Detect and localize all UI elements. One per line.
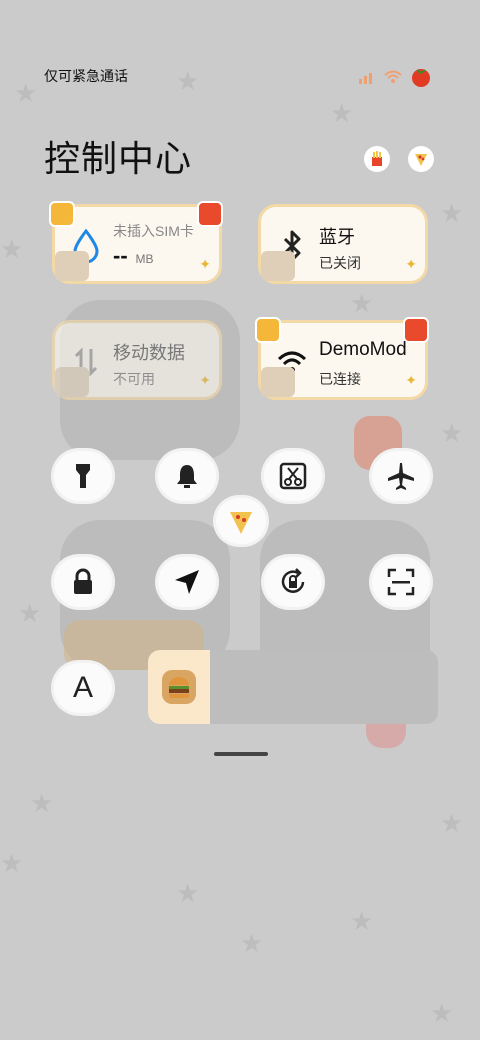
background-star: ★ (14, 78, 38, 108)
background-star: ★ (176, 66, 200, 96)
background-star: ★ (330, 98, 354, 128)
sim-status-label: 未插入SIM卡 (113, 223, 194, 239)
background-star: ★ (240, 928, 264, 958)
airplane-mode-button[interactable] (372, 451, 430, 501)
data-usage-tile[interactable]: 未插入SIM卡 -- MB ✦ (49, 201, 223, 284)
pizza-bubble (216, 498, 266, 544)
cat-sticker-icon (261, 251, 295, 281)
background-star: ★ (30, 788, 54, 818)
fries-badge-icon (403, 317, 429, 343)
font-size-button[interactable]: A (54, 663, 112, 713)
rotation-lock-icon (281, 568, 305, 593)
background-star: ★ (440, 198, 464, 228)
burger-cat-icon (162, 670, 196, 704)
wifi-status: 已连接 (319, 371, 361, 387)
pizza-icon (230, 512, 252, 534)
scissors-icon (279, 462, 307, 490)
flashlight-icon (76, 464, 90, 488)
brightness-slider-fill (148, 650, 210, 724)
location-button[interactable] (158, 557, 216, 607)
page-title: 控制中心 (44, 138, 193, 179)
wifi-tile[interactable]: DemoMod 已连接 ✦ (255, 317, 429, 400)
background-star: ★ (350, 288, 374, 318)
background-star: ★ (440, 808, 464, 838)
lock-screen-button[interactable] (54, 557, 112, 607)
fries-badge-icon (197, 201, 223, 227)
sparkle-icon: ✦ (199, 256, 211, 272)
bell-icon (177, 465, 197, 488)
airplane-icon (388, 463, 414, 490)
brightness-slider[interactable] (148, 650, 438, 724)
data-usage-value: -- MB (113, 243, 154, 269)
bluetooth-status: 已关闭 (319, 255, 361, 271)
flashlight-button[interactable] (54, 451, 112, 501)
mobile-data-label: 移动数据 (113, 343, 185, 363)
background-star: ★ (176, 878, 200, 908)
sparkle-icon: ✦ (405, 372, 417, 388)
background-star: ★ (350, 906, 374, 936)
wifi-network-name: DemoMod (319, 339, 407, 360)
mobile-data-tile[interactable]: 移动数据 不可用 ✦ (52, 320, 222, 400)
lock-icon (74, 568, 92, 594)
cat-sticker-icon (261, 367, 295, 397)
background-star: ★ (440, 418, 464, 448)
auto-rotate-button[interactable] (264, 557, 322, 607)
signal-icon (358, 70, 376, 89)
data-usage-unit: MB (135, 252, 154, 266)
carrier-status: 仅可紧急通话 (44, 68, 128, 84)
sparkle-icon: ✦ (199, 372, 211, 388)
scan-button[interactable] (372, 557, 430, 607)
sparkle-icon: ✦ (405, 256, 417, 272)
screenshot-button[interactable] (264, 451, 322, 501)
battery-tomato-icon (410, 66, 432, 93)
status-icons (358, 66, 432, 93)
data-usage-number: -- (113, 243, 128, 268)
fries-sticker-icon (364, 146, 390, 172)
mobile-data-status: 不可用 (113, 371, 155, 387)
wifi-status-icon (384, 70, 402, 89)
background-star: ★ (430, 998, 454, 1028)
scan-icon (387, 568, 415, 596)
bluetooth-tile[interactable]: 蓝牙 已关闭 ✦ (258, 204, 428, 284)
bluetooth-label: 蓝牙 (319, 227, 355, 247)
background-star: ★ (0, 234, 24, 264)
notification-button[interactable] (158, 451, 216, 501)
pizza-sticker-icon (408, 146, 434, 172)
cat-sticker-icon (55, 367, 89, 397)
background-star: ★ (18, 598, 42, 628)
background-star: ★ (0, 848, 24, 878)
cat-sticker-icon (55, 251, 89, 281)
home-indicator[interactable] (214, 752, 268, 756)
navigation-arrow-icon (175, 570, 199, 594)
font-size-label: A (72, 671, 93, 704)
pizza-badge-icon (49, 201, 75, 227)
pizza-badge-icon (255, 317, 281, 343)
